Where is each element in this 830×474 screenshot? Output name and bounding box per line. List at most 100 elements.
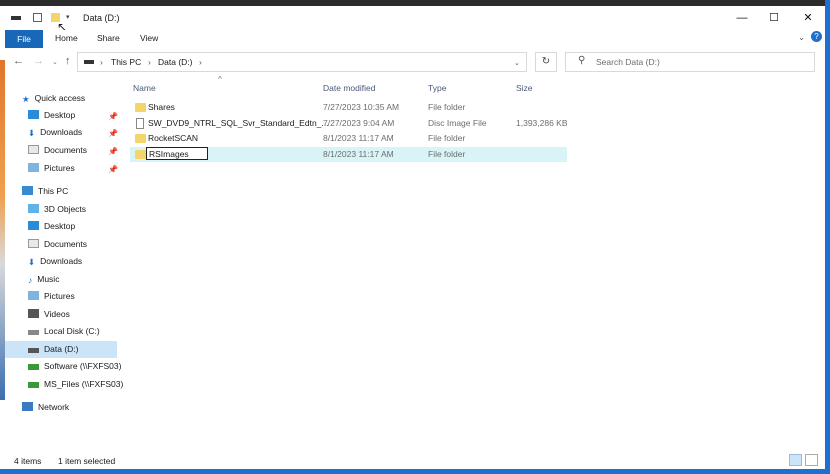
sidebar-network[interactable]: Network	[22, 399, 69, 416]
back-arrow-icon[interactable]: ←	[13, 55, 24, 67]
search-placeholder[interactable]: Search Data (D:)	[596, 57, 660, 67]
file-row-selected[interactable]: RSImages 8/1/2023 11:17 AM File folder	[130, 147, 567, 162]
desktop-icon	[28, 110, 39, 119]
pictures-icon	[28, 291, 39, 300]
breadcrumb-separator: ›	[100, 57, 103, 67]
sidebar-item-downloads-quick[interactable]: ⬇ Downloads	[28, 124, 82, 141]
tab-view[interactable]: View	[140, 33, 158, 43]
drive-icon	[11, 16, 21, 20]
videos-icon	[28, 309, 39, 318]
computer-icon	[22, 186, 33, 195]
search-box[interactable]: ⚲ Search Data (D:)	[565, 52, 815, 72]
help-icon[interactable]: ?	[811, 31, 822, 42]
network-drive-icon	[28, 382, 39, 388]
sidebar-item-desktop[interactable]: Desktop	[28, 218, 75, 235]
breadcrumb-this-pc[interactable]: This PC	[111, 57, 141, 67]
address-bar[interactable]: › This PC › Data (D:) › ⌄	[77, 52, 527, 72]
sidebar-item-data-d[interactable]: Data (D:)	[28, 341, 78, 358]
background-desktop-right	[825, 0, 830, 474]
pin-icon[interactable]: 📌	[108, 112, 118, 121]
breadcrumb-separator: ›	[199, 57, 202, 67]
file-type: Disc Image File	[428, 118, 487, 128]
download-icon: ⬇	[28, 257, 36, 267]
pin-icon[interactable]: 📌	[108, 129, 118, 138]
documents-icon	[28, 239, 39, 248]
sidebar-item-ms-files-share[interactable]: MS_Files (\\FXFS03)	[28, 376, 123, 393]
customize-quick-access-icon[interactable]: ▾	[66, 13, 74, 22]
selection-count: 1 item selected	[58, 456, 116, 466]
file-date: 7/27/2023 9:04 AM	[323, 118, 395, 128]
tab-file[interactable]: File	[5, 30, 43, 48]
drive-icon	[28, 348, 39, 353]
download-icon: ⬇	[28, 128, 36, 138]
recent-locations-icon[interactable]: ⌄	[52, 58, 58, 66]
file-date: 8/1/2023 11:17 AM	[323, 133, 394, 143]
navigation-bar: ← → ⌄ ↑ › This PC › Data (D:) › ⌄ ↻ ⚲ Se…	[5, 48, 825, 76]
sidebar-item-downloads[interactable]: ⬇ Downloads	[28, 253, 82, 270]
pictures-icon	[28, 163, 39, 172]
maximize-button[interactable]: ☐	[757, 6, 791, 30]
file-type: File folder	[428, 133, 466, 143]
expand-ribbon-icon[interactable]: ⌄	[798, 32, 805, 43]
file-type: File folder	[428, 102, 466, 112]
drive-icon	[84, 60, 94, 64]
forward-arrow-icon[interactable]: →	[33, 55, 44, 67]
file-row[interactable]: Shares 7/27/2023 10:35 AM File folder	[130, 100, 567, 115]
file-type: File folder	[428, 149, 466, 159]
pin-icon[interactable]: 📌	[108, 147, 118, 156]
sidebar-item-pictures[interactable]: Pictures	[28, 288, 75, 305]
file-name: SW_DVD9_NTRL_SQL_Svr_Standard_Edtn_...	[148, 118, 329, 128]
sidebar-item-pictures-quick[interactable]: Pictures	[28, 160, 75, 177]
folder-icon	[135, 103, 146, 112]
music-icon: ♪	[28, 275, 33, 285]
sidebar-item-documents[interactable]: Documents	[28, 236, 87, 253]
column-header-size[interactable]: Size	[516, 83, 533, 93]
folder-icon	[135, 150, 146, 159]
large-icons-view-button[interactable]	[805, 454, 818, 466]
breadcrumb-separator: ›	[148, 57, 151, 67]
documents-icon	[28, 145, 39, 154]
background-taskbar	[0, 469, 830, 474]
sidebar-item-software-share[interactable]: Software (\\FXFS03)	[28, 358, 121, 375]
network-icon	[22, 402, 33, 411]
details-view-button[interactable]	[789, 454, 802, 466]
sidebar-item-videos[interactable]: Videos	[28, 306, 70, 323]
sidebar-item-3d-objects[interactable]: 3D Objects	[28, 201, 86, 218]
status-bar: 4 items 1 item selected	[5, 452, 825, 469]
column-header-name[interactable]: Name	[133, 83, 156, 93]
drive-icon	[28, 330, 39, 335]
breadcrumb-data-d[interactable]: Data (D:)	[158, 57, 192, 67]
pin-icon[interactable]: 📌	[108, 165, 118, 174]
file-date: 8/1/2023 11:17 AM	[323, 149, 394, 159]
sidebar-this-pc[interactable]: This PC	[22, 183, 68, 200]
window-title: Data (D:)	[83, 13, 120, 23]
desktop-icon	[28, 221, 39, 230]
sidebar-item-documents-quick[interactable]: Documents	[28, 142, 87, 159]
search-icon: ⚲	[578, 55, 586, 66]
file-name: RocketSCAN	[148, 133, 199, 143]
disc-image-icon	[136, 118, 144, 129]
minimize-button[interactable]: —	[725, 6, 759, 30]
rename-input[interactable]: RSImages	[146, 147, 208, 160]
close-button[interactable]: ✕	[791, 6, 825, 30]
refresh-button[interactable]: ↻	[535, 52, 557, 72]
tab-home[interactable]: Home	[55, 33, 78, 43]
address-dropdown-icon[interactable]: ⌄	[514, 59, 520, 67]
file-date: 7/27/2023 10:35 AM	[323, 102, 400, 112]
file-row[interactable]: RocketSCAN 8/1/2023 11:17 AM File folder	[130, 131, 567, 146]
column-header-type[interactable]: Type	[428, 83, 446, 93]
file-name: Shares	[148, 102, 175, 112]
folder-icon	[135, 134, 146, 143]
tab-share[interactable]: Share	[97, 33, 120, 43]
network-drive-icon	[28, 364, 39, 370]
sidebar-quick-access[interactable]: ★ Quick access	[22, 90, 85, 107]
title-bar: ▾ ↖ Data (D:) — ☐ ✕	[5, 6, 825, 34]
up-arrow-icon[interactable]: ↑	[65, 55, 71, 67]
properties-icon[interactable]	[33, 13, 42, 22]
sidebar-item-desktop-quick[interactable]: Desktop	[28, 107, 75, 124]
star-icon: ★	[22, 94, 30, 104]
sidebar-item-local-disk-c[interactable]: Local Disk (C:)	[28, 323, 100, 340]
file-row[interactable]: SW_DVD9_NTRL_SQL_Svr_Standard_Edtn_... 7…	[130, 116, 568, 131]
sidebar-item-music[interactable]: ♪ Music	[28, 271, 59, 288]
column-header-date[interactable]: Date modified	[323, 83, 375, 93]
